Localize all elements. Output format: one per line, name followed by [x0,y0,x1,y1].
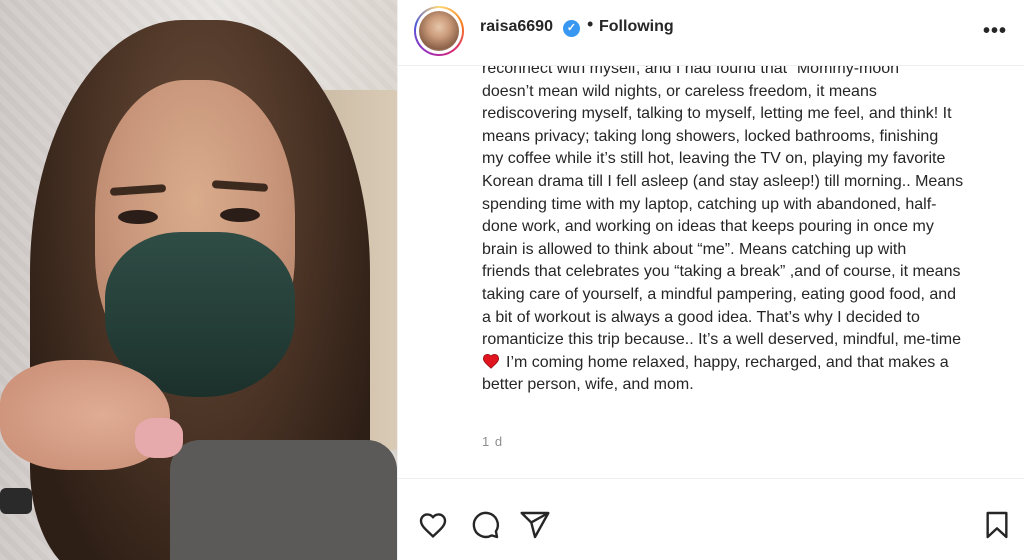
avatar[interactable] [414,6,464,56]
red-heart-emoji-icon [482,353,500,369]
caption-line: romanticize this trip because.. It’s a w… [482,331,962,349]
photo-nail [135,418,183,458]
avatar-image [419,11,459,51]
photo-eye-left [118,210,158,224]
caption-line: reconnect with myself, and I had found t… [482,66,905,77]
heart-outline-icon [419,513,447,538]
post-timestamp[interactable]: 1 d [482,434,503,449]
caption-line: means privacy; taking long showers, lock… [482,127,939,145]
caption-line: better person, wife, and mom. [482,376,694,394]
header-separator: • [587,14,594,34]
photo-shirt [170,440,397,560]
post-caption: reconnect with myself, and I had found t… [482,66,1012,397]
caption-line: my coffee while it’s still hot, leaving … [482,150,946,168]
action-bar [398,478,1024,560]
caption-line: friends that celebrates you “taking a br… [482,263,961,281]
caption-scroll-area[interactable]: reconnect with myself, and I had found t… [398,66,1024,476]
post-header: raisa6690 ✓ • Following ••• [398,0,1024,66]
caption-line-with-emoji: I’m coming home relaxed, happy, recharge… [482,352,1012,375]
photo-eye-right [220,208,260,222]
share-button[interactable] [519,509,551,541]
caption-line-text: I’m coming home relaxed, happy, recharge… [506,353,949,371]
following-button[interactable]: Following [599,18,674,36]
avatar-frame [416,8,462,54]
caption-line: doesn’t mean wild nights, or careless fr… [482,82,877,100]
post-side-panel: raisa6690 ✓ • Following ••• reconnect wi… [397,0,1024,560]
comment-bubble-icon [472,511,499,539]
caption-line: brain is allowed to think about “me”. Me… [482,240,907,258]
photo-bracelet [0,488,32,514]
caption-line: taking care of yourself, a mindful pampe… [482,285,957,303]
bookmark-icon [986,511,1008,539]
save-button[interactable] [981,509,1013,541]
caption-line: done work, and working on ideas that kee… [482,218,934,236]
caption-line: a bit of workout is always a good idea. … [482,308,920,326]
caption-line: rediscovering myself, talking to myself,… [482,105,952,123]
caption-line: spending time with my laptop, catching u… [482,195,937,213]
caption-line: Korean drama till I fell asleep (and sta… [482,172,964,190]
like-button[interactable] [417,509,449,541]
comment-button[interactable] [469,509,501,541]
paper-plane-icon [520,511,550,539]
more-options-icon[interactable]: ••• [983,20,1007,43]
username-link[interactable]: raisa6690 [480,18,553,36]
post-photo[interactable] [0,0,397,560]
verified-badge-icon: ✓ [563,20,580,37]
